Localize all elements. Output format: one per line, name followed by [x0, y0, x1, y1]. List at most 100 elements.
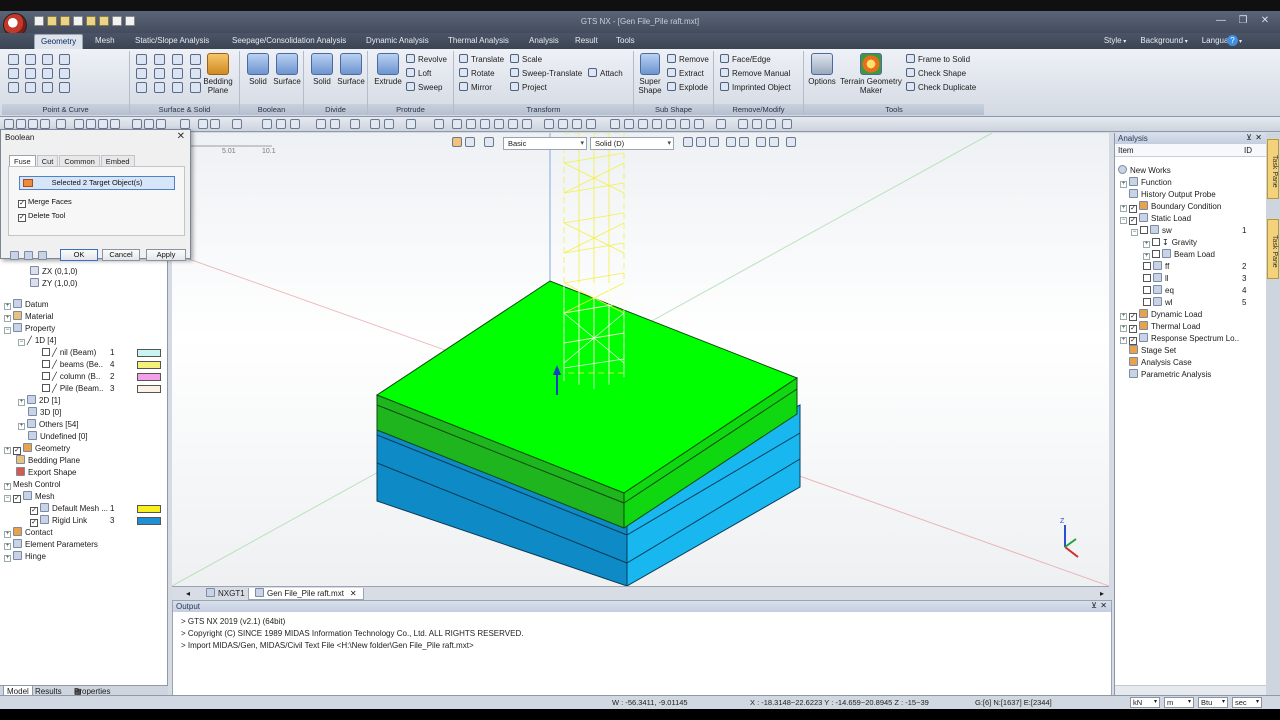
tree-item-beams[interactable]: ╱ beams (Be.. 4 [42, 359, 168, 371]
collapse-icon[interactable]: − [4, 495, 11, 502]
dialog-help-icon[interactable] [38, 251, 47, 260]
tree-item-mesh[interactable]: − ✓ Mesh [4, 491, 55, 503]
time-unit-select[interactable]: sec [1232, 697, 1262, 708]
visibility-checkbox[interactable] [42, 372, 50, 380]
tab-seepage-consolidation-analysis[interactable]: Seepage/Consolidation Analysis [226, 34, 352, 49]
toolbar-grid-icon[interactable] [132, 119, 142, 129]
loft-button[interactable]: Loft [406, 68, 431, 80]
view-wire-icon[interactable] [696, 137, 706, 147]
tree-item-contact[interactable]: + Contact [4, 527, 53, 539]
expand-icon[interactable]: + [1120, 313, 1127, 320]
toolbar-cube-2-icon[interactable] [624, 119, 634, 129]
analysis-item-ff[interactable]: ff 2 [1143, 261, 1267, 273]
analysis-item-static-load[interactable]: − ✓ Static Load [1120, 213, 1191, 225]
toolbar-light-icon[interactable] [752, 119, 762, 129]
tab-result[interactable]: Result [569, 34, 604, 49]
tab-common[interactable]: Common [59, 155, 100, 166]
tree-item-property[interactable]: − Property [4, 323, 55, 335]
bedding-plane-button[interactable]: Bedding Plane [202, 53, 234, 95]
trim-icon[interactable] [59, 68, 70, 79]
diamond-icon[interactable] [42, 54, 53, 65]
view-mode-select[interactable]: Basic [503, 137, 587, 150]
extract-button[interactable]: Extract [667, 68, 704, 80]
rotate-button[interactable]: Rotate [459, 68, 495, 80]
toolbar-zoom-window-icon[interactable] [452, 119, 462, 129]
pyramid-icon[interactable] [154, 82, 165, 93]
toolbar-rotate-view-icon[interactable] [494, 119, 504, 129]
task-pane-tab-1[interactable]: Task Pane [1267, 139, 1279, 199]
toolbar-edge-icon[interactable] [110, 119, 120, 129]
view-label-icon[interactable] [756, 137, 766, 147]
toolbar-pan-icon[interactable] [480, 119, 490, 129]
analysis-item-history-output-probe[interactable]: History Output Probe [1129, 189, 1216, 201]
analysis-item-response-spectrum[interactable]: + ✓ Response Spectrum Lo.. [1120, 333, 1239, 345]
tree-item-default-mesh[interactable]: ✓ Default Mesh ... 1 [30, 503, 168, 515]
analysis-item-boundary-condition[interactable]: + ✓ Boundary Condition [1120, 201, 1221, 213]
toolbar-show-icon[interactable] [210, 119, 220, 129]
tree-item-rigid-link[interactable]: ✓ Rigid Link 3 [30, 515, 168, 527]
toolbar-color-icon[interactable] [738, 119, 748, 129]
expand-icon[interactable]: + [1120, 181, 1127, 188]
expand-icon[interactable]: + [1143, 253, 1150, 260]
analysis-horizontal-scrollbar[interactable] [1115, 685, 1267, 695]
toolbar-copy-icon[interactable] [290, 119, 300, 129]
tree-item-column[interactable]: ╱ column (B.. 2 [42, 371, 168, 383]
terrain-geometry-maker-button[interactable]: Terrain Geometry Maker [840, 53, 902, 95]
analysis-item-new-works[interactable]: New Works [1118, 165, 1171, 177]
cancel-button[interactable]: Cancel [102, 249, 140, 261]
toolbar-move-icon[interactable] [276, 119, 286, 129]
expand-icon[interactable]: + [4, 543, 11, 550]
polyline-icon[interactable] [8, 68, 19, 79]
ok-button[interactable]: OK [60, 249, 98, 261]
expand-icon[interactable]: + [1120, 325, 1127, 332]
tree-item-geometry[interactable]: + ✓ Geometry [4, 443, 70, 455]
translate-button[interactable]: Translate [459, 54, 504, 66]
dialog-table-icon[interactable] [10, 251, 19, 260]
boolean-surface-button[interactable]: Surface [271, 53, 303, 86]
visibility-checkbox[interactable]: ✓ [1129, 337, 1137, 345]
toolbar-load-icon[interactable] [370, 119, 380, 129]
visibility-checkbox[interactable] [1143, 262, 1151, 270]
toolbar-link-icon[interactable] [406, 119, 416, 129]
color-swatch[interactable] [137, 349, 161, 357]
delete-tool-checkbox[interactable]: ✓ Delete Tool [18, 211, 65, 222]
intersect-icon[interactable] [25, 68, 36, 79]
toolbar-cube-4-icon[interactable] [652, 119, 662, 129]
analysis-pin-icon[interactable]: ⊻ [1246, 133, 1252, 142]
tab-dynamic-analysis[interactable]: Dynamic Analysis [360, 34, 435, 49]
options-button[interactable]: Options [806, 53, 838, 86]
visibility-checkbox[interactable] [1152, 250, 1160, 258]
tree-item-material[interactable]: + Material [4, 311, 53, 323]
boolean-solid-button[interactable]: Solid [242, 53, 274, 86]
analysis-item-beam-load[interactable]: + Beam Load [1143, 249, 1215, 261]
background-menu[interactable]: Background [1140, 34, 1187, 49]
arc-icon[interactable] [8, 82, 19, 93]
expand-icon[interactable]: + [4, 315, 11, 322]
collapse-icon[interactable]: − [1120, 217, 1127, 224]
output-pin-icon[interactable]: ⊻ [1091, 601, 1097, 610]
ellipse-icon[interactable] [42, 82, 53, 93]
visibility-checkbox[interactable] [42, 348, 50, 356]
toolbar-bc-icon[interactable] [350, 119, 360, 129]
tab-nav-right-icon[interactable]: ▸ [1094, 588, 1110, 600]
explode-button[interactable]: Explode [667, 82, 708, 94]
doc-tab-close-icon[interactable]: ✕ [350, 589, 357, 598]
doc-tab-gen-file[interactable]: Gen File_Pile raft.mxt ✕ [248, 588, 364, 600]
tree-item-export-shape[interactable]: Export Shape [16, 467, 76, 479]
expand-icon[interactable]: + [1120, 337, 1127, 344]
tab-nav-left-icon[interactable]: ◂ [180, 588, 196, 600]
analysis-item-dynamic-load[interactable]: + ✓ Dynamic Load [1120, 309, 1202, 321]
apply-button[interactable]: Apply [146, 249, 186, 261]
tree-item-others[interactable]: + Others [54] [18, 419, 79, 431]
project-button[interactable]: Project [510, 82, 547, 94]
cylinder-icon[interactable] [154, 54, 165, 65]
maximize-icon[interactable]: ❐ [1234, 14, 1252, 28]
tree-item-mesh-control[interactable]: + Mesh Control [4, 479, 61, 491]
collapse-icon[interactable]: − [4, 327, 11, 334]
toolbar-query-icon[interactable] [316, 119, 326, 129]
color-swatch[interactable] [137, 505, 161, 513]
toolbar-capture-icon[interactable] [766, 119, 776, 129]
display-mode-select[interactable]: Solid (D) [590, 137, 674, 150]
visibility-checkbox[interactable] [42, 384, 50, 392]
toolbar-settings-icon[interactable] [782, 119, 792, 129]
